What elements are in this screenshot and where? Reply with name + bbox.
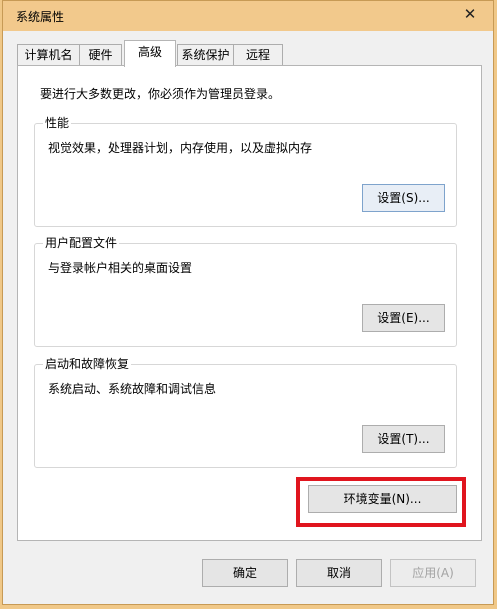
close-icon[interactable]: ✕ xyxy=(457,4,483,26)
startup-recovery-group: 启动和故障恢复 系统启动、系统故障和调试信息 设置(T)... xyxy=(34,357,457,468)
startup-recovery-group-title: 启动和故障恢复 xyxy=(43,357,132,372)
performance-group-title: 性能 xyxy=(43,116,72,131)
user-profiles-description: 与登录帐户相关的桌面设置 xyxy=(48,261,193,275)
ok-button[interactable]: 确定 xyxy=(202,559,288,587)
system-properties-window: 系统属性 ✕ 计算机名 硬件 高级 系统保护 远程 要进行大多数更改，你必须作为… xyxy=(2,0,494,605)
tab-hardware[interactable]: 硬件 xyxy=(79,44,122,66)
advanced-tab-panel: 要进行大多数更改，你必须作为管理员登录。 性能 视觉效果，处理器计划，内存使用，… xyxy=(17,65,482,541)
user-profiles-settings-button[interactable]: 设置(E)... xyxy=(362,304,445,332)
startup-recovery-settings-button[interactable]: 设置(T)... xyxy=(362,425,445,453)
startup-recovery-description: 系统启动、系统故障和调试信息 xyxy=(48,382,217,396)
cancel-button[interactable]: 取消 xyxy=(296,559,382,587)
tab-system-protection[interactable]: 系统保护 xyxy=(177,44,234,66)
performance-description: 视觉效果，处理器计划，内存使用，以及虚拟内存 xyxy=(48,141,313,155)
user-profiles-group: 用户配置文件 与登录帐户相关的桌面设置 设置(E)... xyxy=(34,236,457,347)
performance-settings-button[interactable]: 设置(S)... xyxy=(362,184,445,212)
title-bar[interactable]: 系统属性 ✕ xyxy=(3,1,493,31)
user-profiles-group-title: 用户配置文件 xyxy=(43,236,120,251)
tab-remote[interactable]: 远程 xyxy=(233,44,283,66)
admin-notice: 要进行大多数更改，你必须作为管理员登录。 xyxy=(40,87,281,101)
window-title: 系统属性 xyxy=(16,10,65,24)
performance-group: 性能 视觉效果，处理器计划，内存使用，以及虚拟内存 设置(S)... xyxy=(34,116,457,227)
apply-button[interactable]: 应用(A) xyxy=(390,559,476,587)
tab-advanced[interactable]: 高级 xyxy=(124,40,176,67)
highlight-annotation xyxy=(296,477,466,527)
tab-computer-name[interactable]: 计算机名 xyxy=(17,44,80,66)
